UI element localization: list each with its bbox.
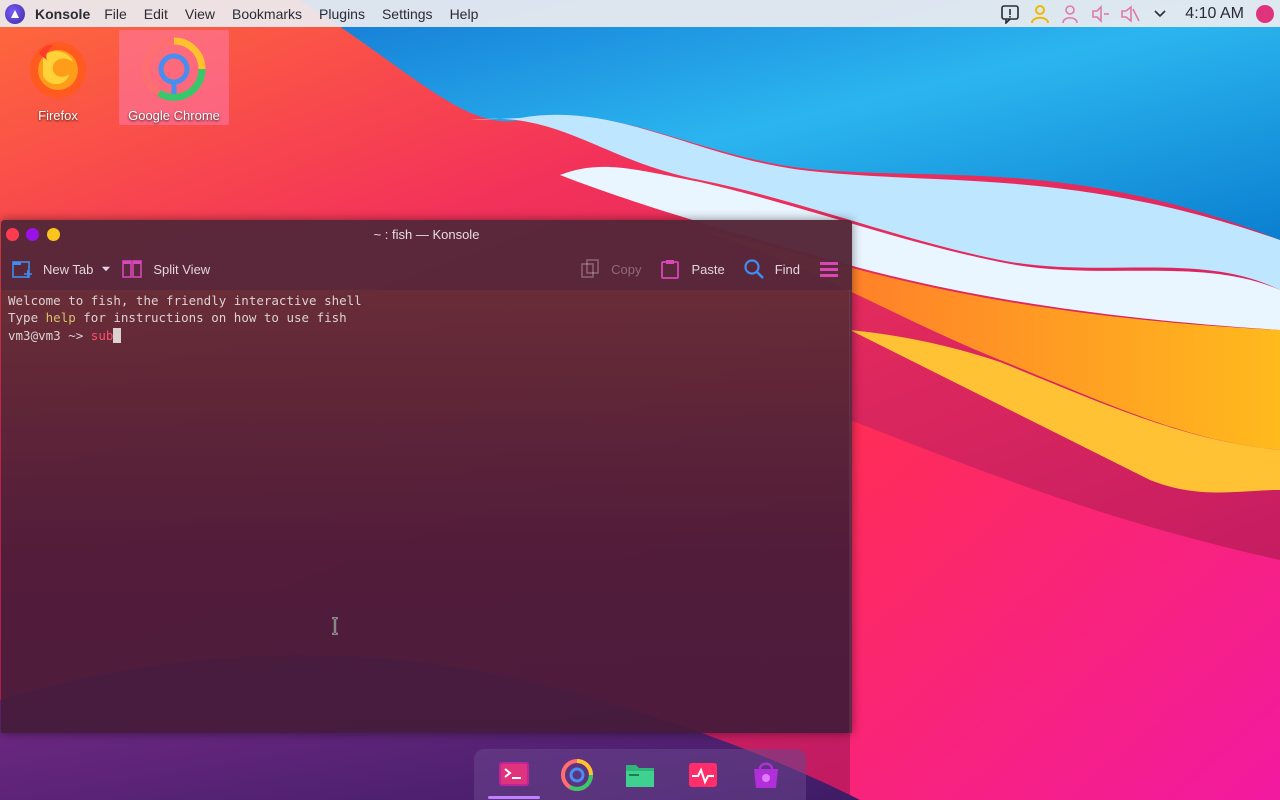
dock-item-file-manager[interactable] <box>610 749 670 800</box>
copy-icon <box>581 259 599 278</box>
app-store-icon <box>754 762 779 788</box>
terminal-text: for instructions on how to use fish <box>75 310 347 326</box>
split-view-label: Split View <box>153 261 211 277</box>
new-tab-icon <box>12 261 32 278</box>
copy-label: Copy <box>611 261 642 277</box>
desktop-icon-label: Google Chrome <box>128 108 220 123</box>
toolbar-right-group: Copy Paste Find <box>579 248 852 290</box>
new-tab-dropdown[interactable] <box>101 264 117 274</box>
menu-edit[interactable]: Edit <box>144 6 168 22</box>
window-title: ~ : fish — Konsole <box>373 227 480 242</box>
konsole-window: ~ : fish — Konsole New Tab Split View Co… <box>1 220 852 733</box>
chevron-down-icon[interactable] <box>1149 3 1171 25</box>
text-cursor-icon <box>332 617 338 635</box>
clock[interactable]: 4:10 AM <box>1185 5 1244 23</box>
app-launcher-icon[interactable] <box>5 3 25 24</box>
terminal-cursor <box>113 327 122 343</box>
firefox-icon <box>30 42 86 98</box>
find-label: Find <box>774 261 800 277</box>
chrome-icon <box>142 37 206 101</box>
system-monitor-icon <box>689 762 718 787</box>
triangle-down-icon <box>102 266 111 272</box>
window-titlebar[interactable]: ~ : fish — Konsole <box>1 220 852 248</box>
terminal-line: Welcome to fish, the friendly interactiv… <box>8 293 362 308</box>
file-manager-icon <box>625 764 654 787</box>
terminal-text: Type <box>8 310 46 326</box>
split-view-icon <box>122 260 143 278</box>
menu-settings[interactable]: Settings <box>382 6 433 22</box>
paste-label: Paste <box>691 261 725 277</box>
menu-view[interactable]: View <box>185 6 215 22</box>
split-view-button[interactable]: Split View <box>121 258 210 280</box>
terminal-help-keyword: help <box>45 310 76 326</box>
terminal-typed-command: sub <box>90 327 114 343</box>
menu-bookmarks[interactable]: Bookmarks <box>232 6 302 22</box>
hamburger-menu-icon <box>820 262 838 277</box>
user-icon[interactable] <box>1029 3 1051 25</box>
menu-help[interactable]: Help <box>450 6 479 22</box>
find-button[interactable]: Find <box>743 258 800 280</box>
paste-icon <box>661 260 680 279</box>
user-switch-icon[interactable] <box>1059 3 1081 25</box>
menu-file[interactable]: File <box>104 6 127 22</box>
top-panel: Konsole File Edit View Bookmarks Plugins… <box>0 0 1280 27</box>
new-tab-label: New Tab <box>43 261 94 277</box>
dock-item-app-store[interactable] <box>736 749 796 800</box>
konsole-toolbar: New Tab Split View Copy Paste Find <box>1 248 852 290</box>
search-icon <box>744 259 764 279</box>
system-tray: 4:10 AM <box>999 0 1280 27</box>
user-avatar[interactable] <box>1256 4 1274 23</box>
dock-item-konsole[interactable] <box>484 749 544 800</box>
chrome-icon <box>560 758 593 791</box>
hamburger-menu-button[interactable] <box>818 258 840 280</box>
terminal-prompt-line: vm3@vm3 ~> sub <box>8 327 850 344</box>
volume-muted-icon[interactable] <box>1119 3 1141 25</box>
desktop-icon-google-chrome[interactable]: Google Chrome <box>119 30 229 125</box>
terminal-icon <box>498 761 529 786</box>
copy-button[interactable]: Copy <box>579 258 641 280</box>
terminal-area[interactable]: Welcome to fish, the friendly interactiv… <box>1 290 850 733</box>
terminal-line: Type help for instructions on how to use… <box>8 309 850 326</box>
terminal-prompt: vm3@vm3 ~> <box>8 327 91 343</box>
dock-item-system-monitor[interactable] <box>673 749 733 800</box>
dock-item-chrome[interactable] <box>547 749 607 800</box>
desktop-icon-firefox[interactable]: Firefox <box>3 36 113 123</box>
terminal-scrollbar[interactable] <box>849 290 852 733</box>
dock <box>474 749 806 800</box>
notification-icon[interactable] <box>999 3 1021 25</box>
paste-button[interactable]: Paste <box>659 258 725 280</box>
menu-plugins[interactable]: Plugins <box>319 6 365 22</box>
microphone-icon[interactable] <box>1089 3 1111 25</box>
new-tab-button[interactable]: New Tab <box>11 258 93 280</box>
active-app-name[interactable]: Konsole <box>35 6 90 22</box>
desktop-icon-label: Firefox <box>38 108 78 123</box>
